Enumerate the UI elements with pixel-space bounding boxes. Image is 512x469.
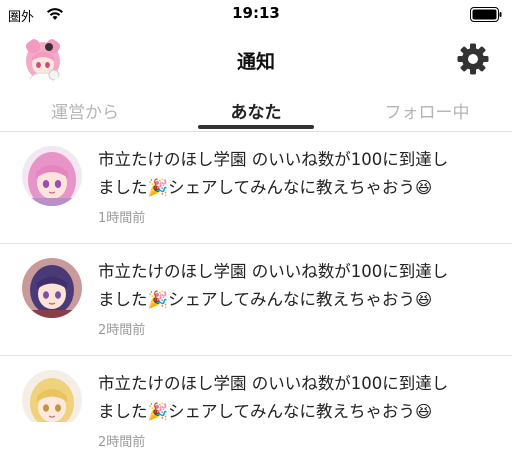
avatar bbox=[22, 370, 82, 430]
battery-icon bbox=[470, 7, 502, 22]
notification-item[interactable]: 市立たけのほし学園 のいいね数が100に到達し ました🎉シェアしてみんなに教えち… bbox=[0, 132, 512, 244]
timestamp: 2時間前 bbox=[98, 323, 146, 338]
pink-hair-character-icon bbox=[22, 146, 82, 206]
clock: 19:13 bbox=[232, 4, 280, 22]
status-bar: 圏外 19:13 bbox=[0, 0, 512, 30]
tab-from-operator[interactable]: 運営から bbox=[0, 98, 170, 123]
notification-message: 市立たけのほし学園 のいいね数が100に到達し ました🎉シェアしてみんなに教えち… bbox=[98, 258, 500, 314]
notification-item[interactable]: 市立たけのほし学園 のいいね数が100に到達し ました🎉シェアしてみんなに教えち… bbox=[0, 244, 512, 356]
message-line: 市立たけのほし学園 のいいね数が100に到達し bbox=[98, 150, 449, 169]
notification-list: 市立たけのほし学園 のいいね数が100に到達し ました🎉シェアしてみんなに教えち… bbox=[0, 132, 512, 468]
notification-message: 市立たけのほし学園 のいいね数が100に到達し ました🎉シェアしてみんなに教えち… bbox=[98, 370, 500, 426]
gear-icon[interactable] bbox=[456, 42, 490, 76]
blonde-hair-character-icon bbox=[22, 370, 82, 430]
timestamp: 2時間前 bbox=[98, 435, 146, 450]
message-line: ました🎉シェアしてみんなに教えちゃおう😆 bbox=[98, 178, 433, 197]
message-line: 市立たけのほし学園 のいいね数が100に到達し bbox=[98, 262, 449, 281]
header: 通知 bbox=[0, 32, 512, 88]
message-line: ました🎉シェアしてみんなに教えちゃおう😆 bbox=[98, 290, 433, 309]
tab-you[interactable]: あなた bbox=[170, 98, 342, 123]
page-title: 通知 bbox=[236, 51, 275, 73]
message-line: 市立たけのほし学園 のいいね数が100に到達し bbox=[98, 374, 449, 393]
tab-following[interactable]: フォロー中 bbox=[342, 98, 512, 123]
avatar bbox=[22, 146, 82, 206]
notification-item[interactable]: 市立たけのほし学園 のいいね数が100に到達し ました🎉シェアしてみんなに教えち… bbox=[0, 356, 512, 468]
notification-message: 市立たけのほし学園 のいいね数が100に到達し ました🎉シェアしてみんなに教えち… bbox=[98, 146, 500, 202]
active-tab-indicator bbox=[198, 125, 314, 129]
timestamp: 1時間前 bbox=[98, 211, 146, 226]
message-line: ました🎉シェアしてみんなに教えちゃおう😆 bbox=[98, 402, 433, 421]
purple-hair-character-icon bbox=[22, 258, 82, 318]
avatar bbox=[22, 258, 82, 318]
